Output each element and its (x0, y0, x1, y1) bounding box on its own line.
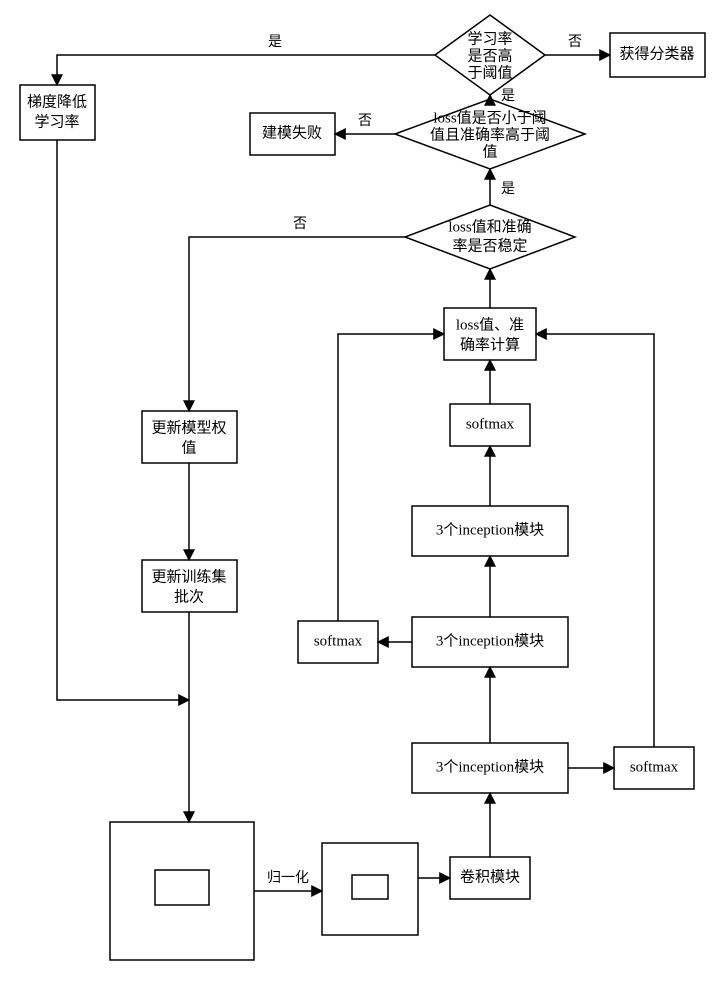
d2-line1: loss值是否小于阈 (433, 109, 546, 126)
inception-bot-label: 3个inception模块 (436, 758, 544, 775)
normalize-label: 归一化 (267, 869, 309, 886)
conv-label: 卷积模块 (460, 868, 520, 885)
box-lower-learning-rate: 梯度降低 学习率 (20, 85, 95, 140)
edge-d3-no-label: 否 (293, 217, 307, 232)
fail-label: 建模失败 (262, 124, 322, 141)
d3-line2: 率是否稳定 (452, 237, 527, 254)
edge-d1-yes-label: 是 (268, 35, 282, 50)
softmax-right-label: softmax (630, 759, 679, 775)
inception-top-label: 3个inception模块 (436, 521, 544, 538)
d1-line3: 于阈值 (467, 64, 512, 81)
edge-smright-to-loss (536, 334, 654, 747)
decision-loss-accuracy-threshold: loss值是否小于阈 值且准确率高于阈 值 (395, 99, 585, 169)
updateb-label-1: 更新训练集 (151, 568, 226, 585)
box-softmax-top: softmax (450, 404, 530, 446)
edge-d2-no-label: 否 (358, 114, 372, 129)
image-small (322, 843, 418, 935)
box-inception-top: 3个inception模块 (412, 506, 568, 556)
box-update-weights: 更新模型权 值 (142, 411, 237, 463)
updatew-label-2: 值 (181, 439, 196, 456)
loss-label-1: loss值、准 (456, 316, 524, 333)
decision-learning-rate-threshold: 学习率 是否高 于阈值 (435, 15, 545, 95)
box-softmax-right: softmax (614, 747, 694, 789)
updatew-label-1: 更新模型权 (151, 419, 226, 436)
box-got-classifier: 获得分类器 (610, 33, 705, 77)
box-modeling-failed: 建模失败 (250, 113, 335, 155)
box-inception-mid: 3个inception模块 (412, 617, 568, 667)
updateb-label-2: 批次 (174, 588, 204, 605)
d2-line3: 值 (482, 143, 497, 160)
box-loss-accuracy-calc: loss值、准 确率计算 (444, 308, 536, 360)
edge-d3-no (189, 237, 405, 411)
decision-loss-accuracy-stable: loss值和准确 率是否稳定 (405, 205, 575, 269)
classifier-label: 获得分类器 (619, 45, 694, 62)
box-inception-bottom: 3个inception模块 (412, 743, 568, 793)
edge-d1-no-label: 否 (568, 35, 582, 50)
lr-label-2: 学习率 (34, 113, 79, 130)
inception-mid-label: 3个inception模块 (436, 632, 544, 649)
edge-d3-yes-label: 是 (501, 182, 515, 197)
box-softmax-left: softmax (298, 621, 378, 663)
d1-line2: 是否高 (467, 47, 512, 64)
loss-label-2: 确率计算 (460, 335, 520, 353)
lr-label-1: 梯度降低 (27, 93, 87, 110)
d3-line1: loss值和准确 (448, 218, 531, 235)
edge-d2-yes-label: 是 (501, 89, 515, 104)
edge-smleft-to-loss (338, 334, 444, 621)
box-update-batch: 更新训练集 批次 (142, 560, 237, 612)
softmax-left-label: softmax (314, 633, 363, 649)
edge-d1-yes (57, 55, 435, 85)
softmax-top-label: softmax (466, 416, 515, 432)
box-conv-block: 卷积模块 (450, 857, 530, 899)
d2-line2: 值且准确率高于阈 (430, 126, 550, 143)
d1-line1: 学习率 (467, 30, 512, 47)
image-big (110, 822, 254, 960)
